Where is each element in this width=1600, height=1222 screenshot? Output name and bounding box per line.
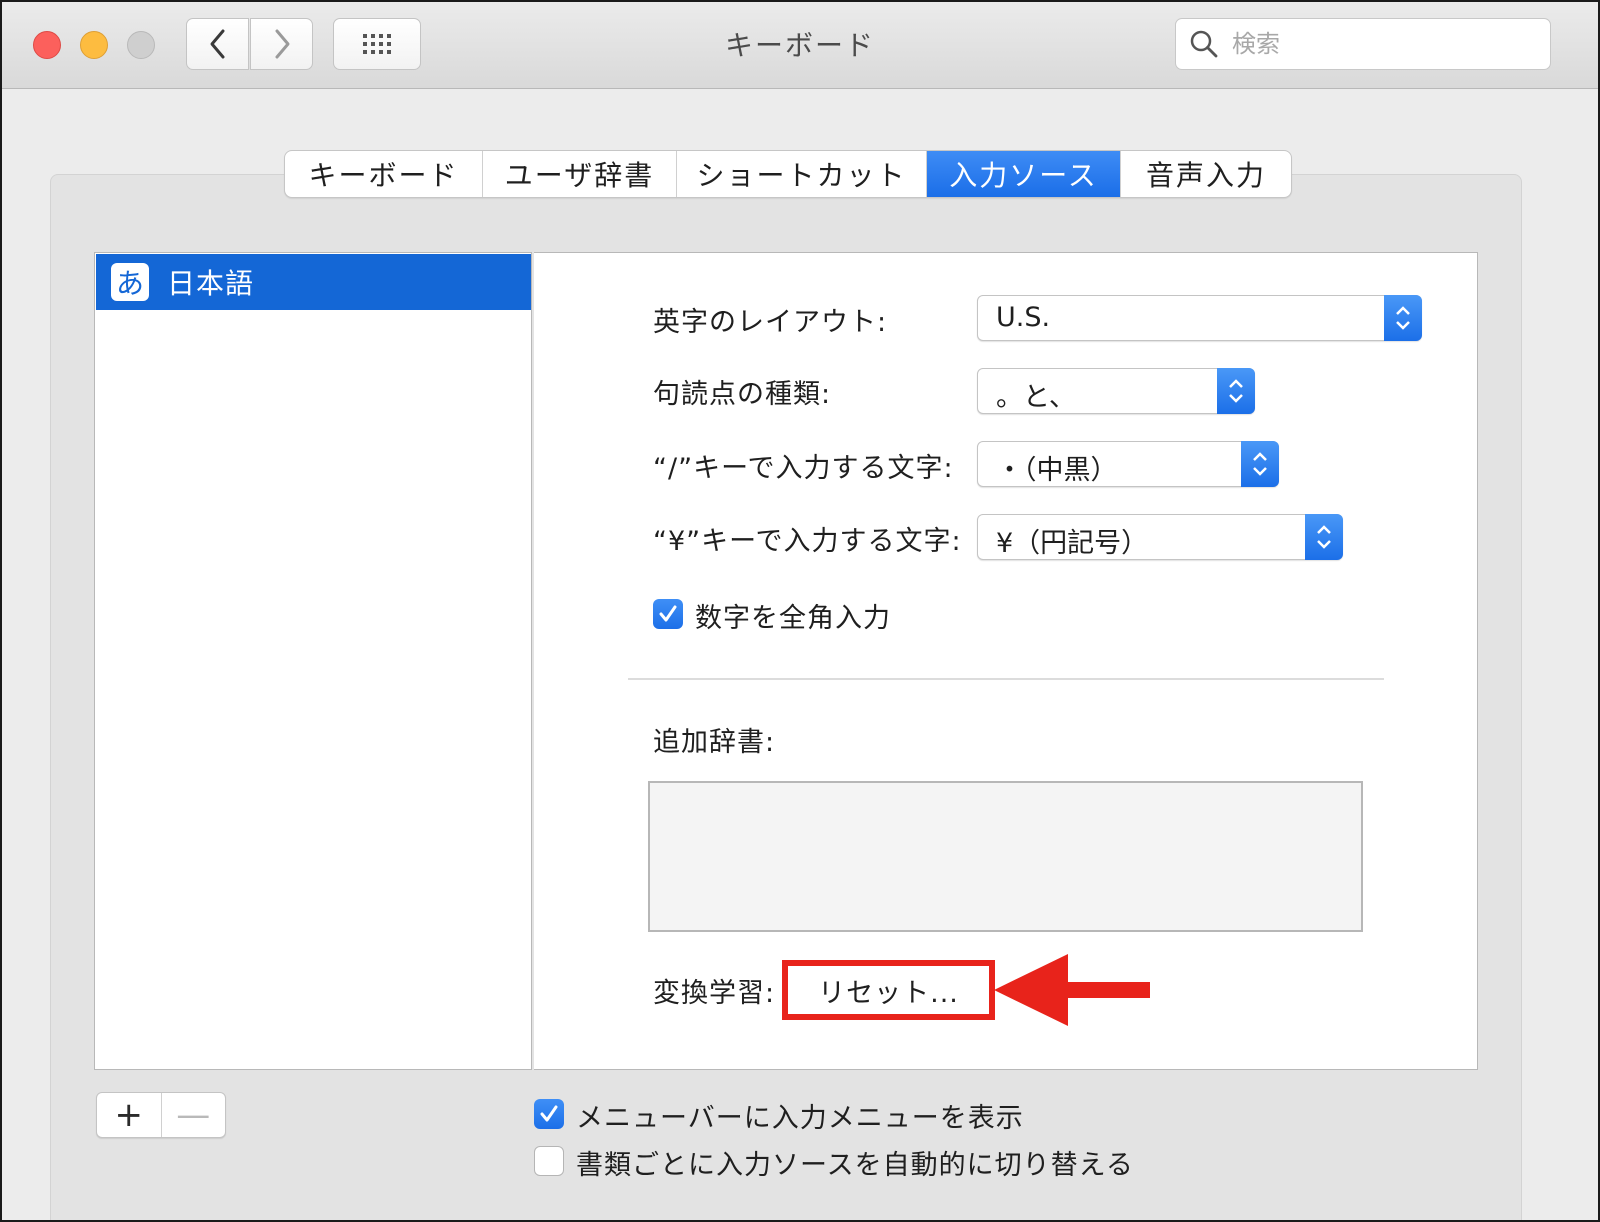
extra-dictionary-label: 追加辞書: [653, 727, 776, 758]
show-input-menu-label: メニューバーに入力メニューを表示 [576, 1103, 1024, 1134]
layout-popup[interactable]: U.S. [977, 295, 1422, 341]
tab-user-dictionary[interactable]: ユーザ辞書 [483, 151, 677, 197]
fullwidth-numbers-checkbox[interactable] [653, 599, 683, 629]
add-source-button[interactable]: + [97, 1093, 162, 1137]
search-input[interactable] [1230, 29, 1534, 59]
tab-bar: キーボード ユーザ辞書 ショートカット 入力ソース 音声入力 [284, 150, 1292, 198]
remove-source-button[interactable]: — [162, 1093, 226, 1137]
tab-input-sources[interactable]: 入力ソース [927, 151, 1121, 197]
search-icon [1190, 30, 1218, 58]
checkmark-icon [659, 605, 677, 622]
japanese-input-icon: あ [111, 263, 149, 301]
updown-arrows-icon [1241, 441, 1279, 487]
extra-dictionary-list[interactable] [648, 781, 1363, 932]
reset-learning-button[interactable]: リセット... [782, 960, 995, 1020]
search-field[interactable] [1175, 18, 1551, 70]
auto-switch-source-checkbox[interactable] [534, 1146, 564, 1176]
punctuation-value: 。と、 [996, 382, 1076, 413]
yen-key-popup[interactable]: ¥（円記号） [977, 514, 1343, 560]
add-remove-control: + — [96, 1092, 226, 1138]
tab-dictation[interactable]: 音声入力 [1121, 151, 1291, 197]
slash-key-value: ・（中黒） [996, 455, 1118, 486]
layout-value: U.S. [996, 302, 1051, 333]
preferences-window: キーボード キーボード ユーザ辞書 ショートカット 入力ソース 音声入力 あ 日… [0, 0, 1600, 1222]
layout-label: 英字のレイアウト: [653, 307, 888, 338]
conversion-learning-label: 変換学習: [653, 978, 776, 1009]
yen-key-label: “¥”キーで入力する文字: [653, 526, 962, 557]
tab-keyboard[interactable]: キーボード [285, 151, 483, 197]
show-input-menu-checkbox[interactable] [534, 1099, 564, 1129]
slash-key-popup[interactable]: ・（中黒） [977, 441, 1279, 487]
source-label: 日本語 [167, 267, 255, 300]
tab-shortcuts[interactable]: ショートカット [677, 151, 927, 197]
checkmark-icon [540, 1105, 558, 1122]
updown-arrows-icon [1384, 295, 1422, 341]
updown-arrows-icon [1305, 514, 1343, 560]
annotation-arrow-icon [994, 954, 1150, 1026]
slash-key-label: “/”キーで入力する文字: [653, 453, 954, 484]
auto-switch-source-label: 書類ごとに入力ソースを自動的に切り替える [576, 1150, 1134, 1181]
list-item-japanese[interactable]: あ 日本語 [96, 254, 531, 310]
punctuation-label: 句読点の種類: [653, 379, 832, 410]
title-bar: キーボード [2, 2, 1598, 89]
separator [628, 678, 1384, 680]
punctuation-popup[interactable]: 。と、 [977, 368, 1255, 414]
updown-arrows-icon [1217, 368, 1255, 414]
fullwidth-numbers-label: 数字を全角入力 [695, 603, 891, 634]
yen-key-value: ¥（円記号） [996, 528, 1149, 559]
input-source-list: あ 日本語 [94, 252, 532, 1070]
